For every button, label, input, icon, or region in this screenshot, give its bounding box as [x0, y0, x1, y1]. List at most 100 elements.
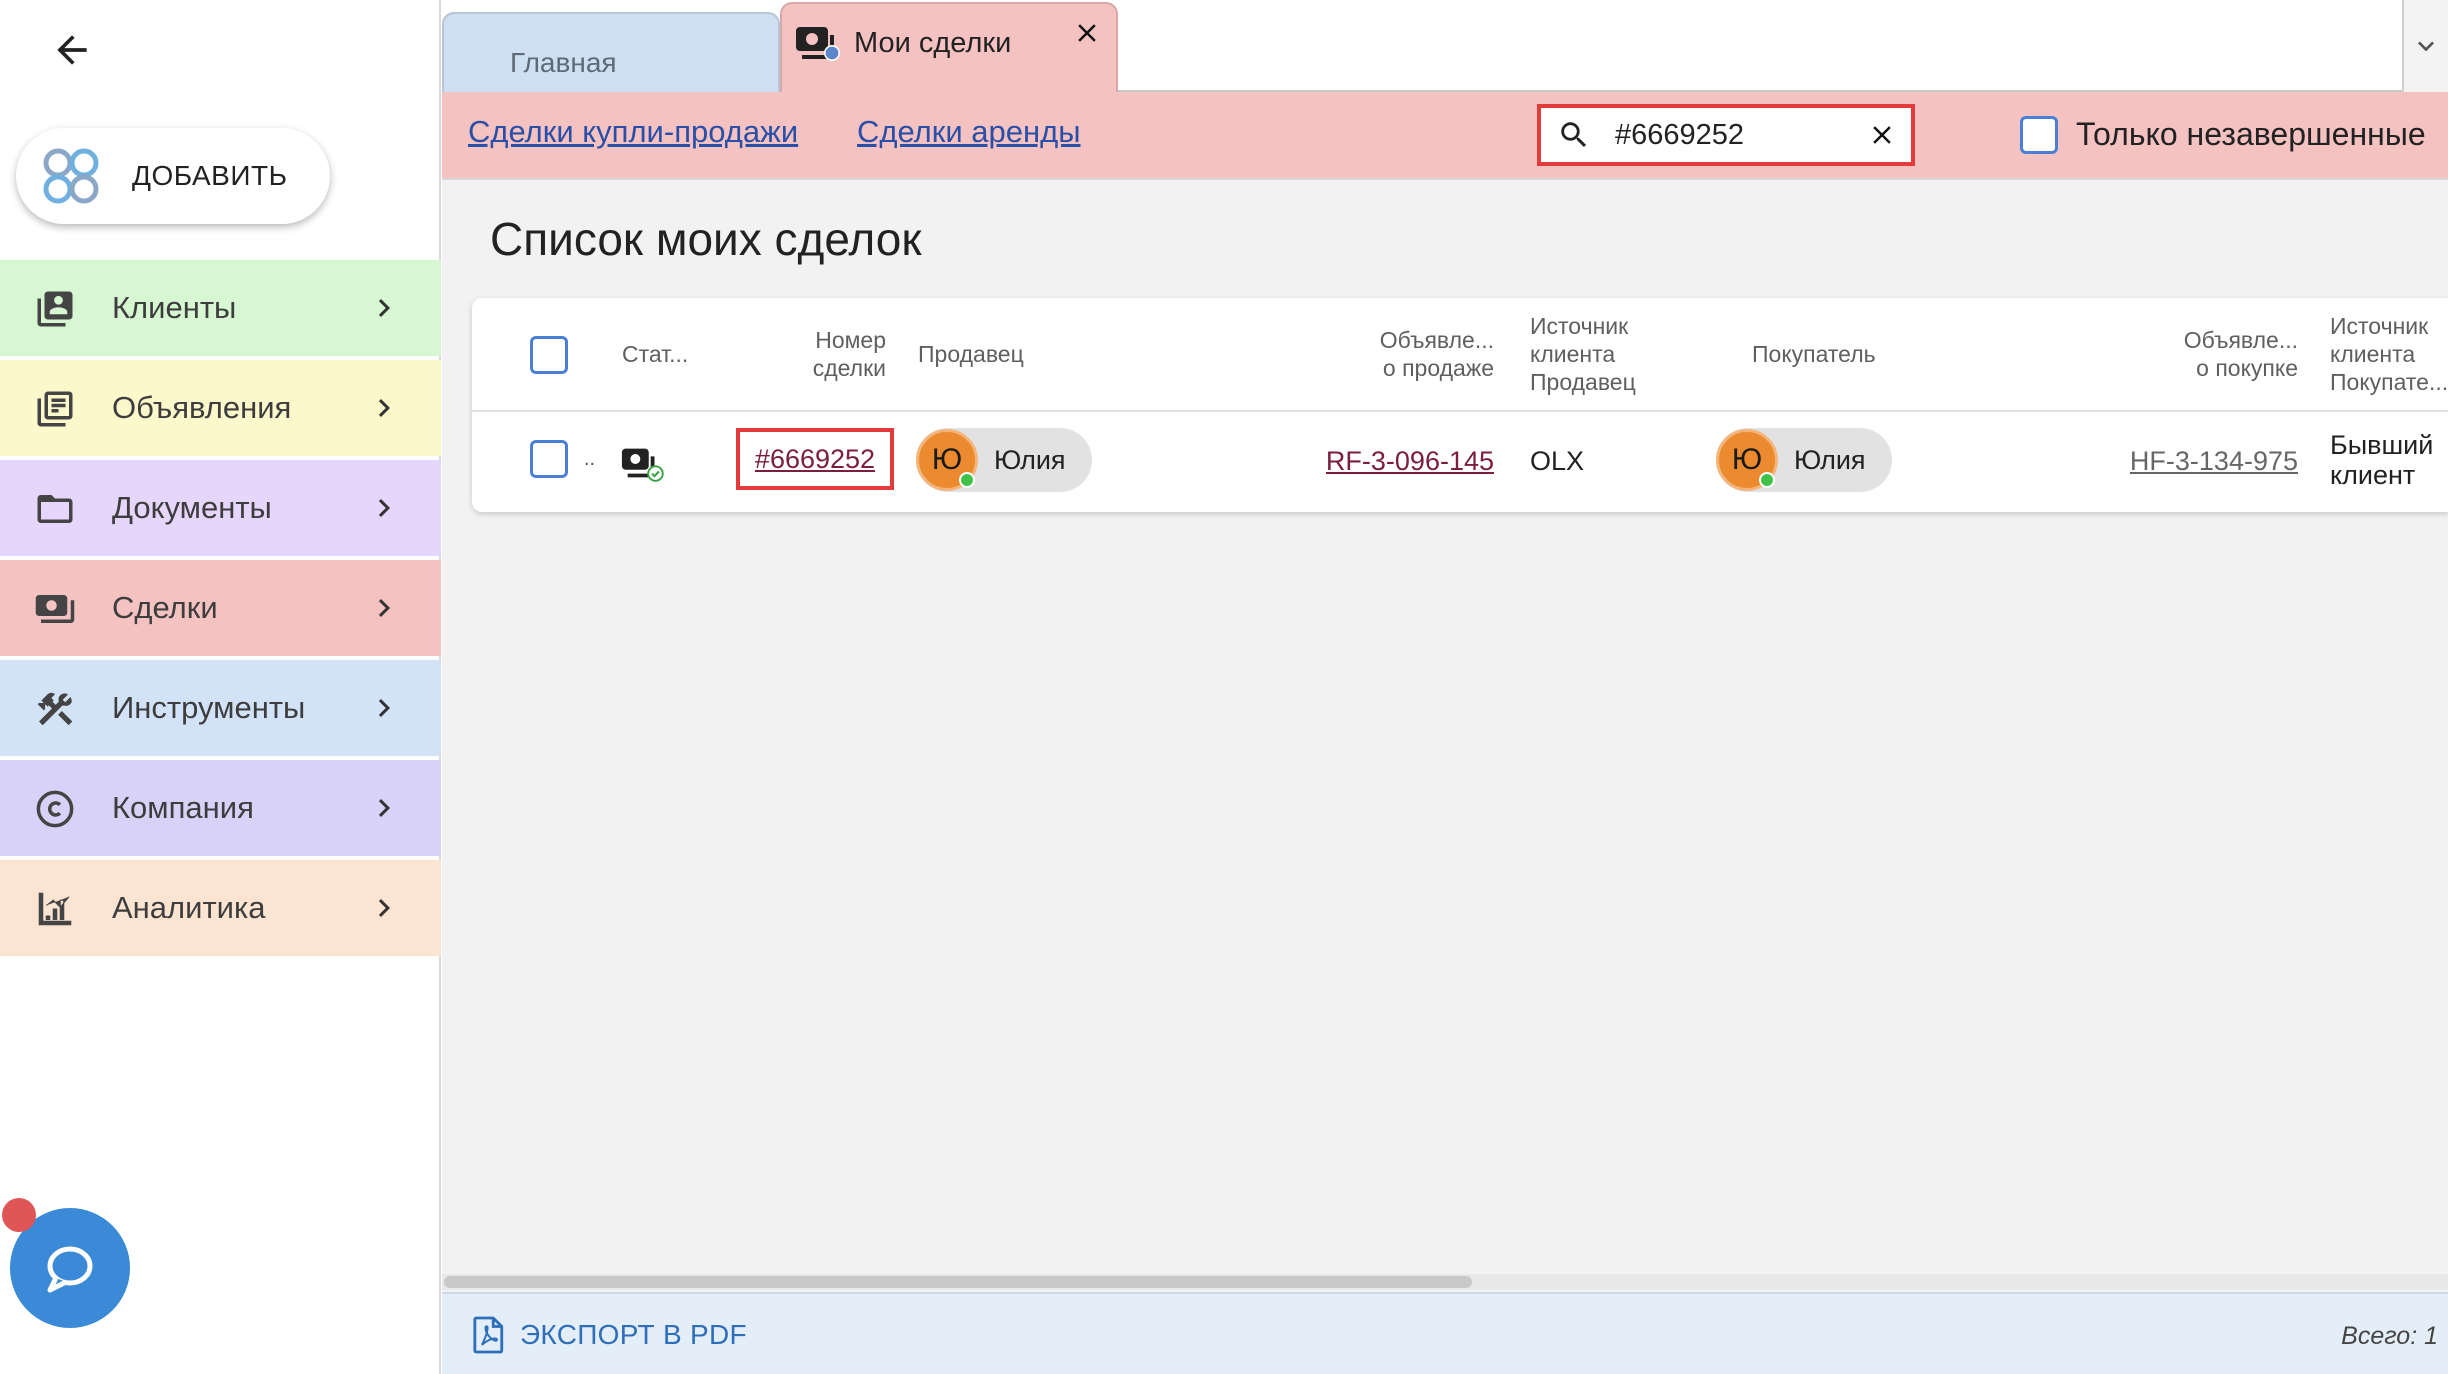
- export-pdf-label: ЭКСПОРТ В PDF: [520, 1319, 747, 1350]
- sidebar-item-label: Сделки: [112, 590, 218, 625]
- sidebar: ДОБАВИТЬ Клиенты Объявления Документы Сд…: [0, 0, 441, 1374]
- sidebar-item-listings[interactable]: Объявления: [0, 360, 441, 456]
- sidebar-item-label: Клиенты: [112, 290, 237, 325]
- header-deal-number[interactable]: Номер сделки: [742, 326, 886, 382]
- scrollbar-thumb[interactable]: [444, 1276, 1472, 1288]
- sidebar-item-label: Документы: [112, 490, 272, 525]
- sale-listing-link[interactable]: RF-3-096-145: [1300, 446, 1494, 477]
- main-area: Главная Мои сделки Сделки купли-продажи …: [442, 0, 2448, 1374]
- sidebar-item-documents[interactable]: Документы: [0, 460, 441, 556]
- online-status-dot: [959, 472, 975, 488]
- search-box: [1537, 104, 1915, 166]
- chevron-down-icon: [2418, 41, 2434, 52]
- add-button-label: ДОБАВИТЬ: [132, 160, 288, 191]
- chevron-right-icon: [378, 599, 390, 617]
- add-button[interactable]: ДОБАВИТЬ: [16, 128, 330, 224]
- arrow-back-icon: [57, 35, 87, 65]
- listings-icon: [37, 391, 73, 427]
- sidebar-item-deals[interactable]: Сделки: [0, 560, 441, 656]
- tab-label: Мои сделки: [854, 26, 1012, 59]
- contacts-icon: [37, 291, 73, 327]
- money-icon: [35, 595, 75, 623]
- buyer-source-line: Бывший: [2330, 430, 2434, 460]
- notification-dot: [2, 1198, 36, 1232]
- sidebar-item-label: Компания: [112, 790, 254, 825]
- header-line: Источник: [1530, 313, 1629, 339]
- seller-source: OLX: [1530, 446, 1585, 476]
- pdf-file-icon: [473, 1316, 504, 1354]
- folder-icon: [37, 495, 73, 523]
- header-line: клиента: [2330, 341, 2416, 367]
- sidebar-item-analytics[interactable]: Аналитика: [0, 860, 441, 956]
- sidebar-item-label: Аналитика: [112, 890, 266, 925]
- copyright-icon: [36, 790, 74, 828]
- avatar: Ю: [1716, 429, 1778, 491]
- chevron-right-icon: [378, 399, 390, 417]
- analytics-icon: [38, 892, 72, 926]
- only-unfinished-checkbox[interactable]: [2020, 116, 2058, 154]
- avatar: Ю: [916, 429, 978, 491]
- tab-my-deals[interactable]: Мои сделки: [780, 2, 1118, 92]
- chevron-right-icon: [378, 799, 390, 817]
- clear-search-icon[interactable]: [1867, 120, 1897, 150]
- table-header: Стат... Номер сделки Продавец Объявле...…: [472, 298, 2448, 412]
- header-line: Объявле...: [2183, 327, 2298, 353]
- header-sale-listing[interactable]: Объявле... о продаже: [1292, 326, 1494, 382]
- sidebar-item-tools[interactable]: Инструменты: [0, 660, 441, 756]
- deals-subnav: Сделки купли-продажи Сделки аренды Тольк…: [442, 92, 2448, 180]
- chevron-right-icon: [378, 499, 390, 517]
- online-status-dot: [1759, 472, 1775, 488]
- search-input[interactable]: [1615, 118, 1875, 152]
- footer-bar: ЭКСПОРТ В PDF Всего: 1: [442, 1292, 2448, 1374]
- header-buyer[interactable]: Покупатель: [1752, 340, 1876, 368]
- status-ellipsis: ..: [584, 448, 596, 470]
- header-line: о покупке: [2196, 355, 2298, 381]
- seller-chip[interactable]: Ю Юлия: [916, 428, 1092, 492]
- header-line: Покупате...: [2330, 369, 2448, 395]
- header-status[interactable]: Стат...: [622, 340, 688, 368]
- chevron-right-icon: [378, 699, 390, 717]
- page-title: Список моих сделок: [490, 213, 922, 265]
- buy-listing-link[interactable]: HF-3-134-975: [2082, 446, 2298, 477]
- buyer-name: Юлия: [1794, 444, 1866, 475]
- link-rent-deals[interactable]: Сделки аренды: [857, 114, 1080, 150]
- sidebar-item-company[interactable]: Компания: [0, 760, 441, 856]
- header-line: о продаже: [1382, 355, 1494, 381]
- sidebar-item-clients[interactable]: Клиенты: [0, 260, 441, 356]
- header-seller[interactable]: Продавец: [918, 340, 1024, 368]
- export-pdf-button[interactable]: ЭКСПОРТ В PDF: [472, 1316, 747, 1354]
- buyer-source-line: клиент: [2330, 460, 2416, 490]
- chevron-right-icon: [378, 299, 390, 317]
- table-row[interactable]: .. #6669252 Ю Юлия RF-3-096-145 OLX Ю Юл…: [472, 412, 2448, 512]
- close-icon[interactable]: [1072, 18, 1102, 48]
- select-all-checkbox[interactable]: [530, 336, 568, 374]
- deal-status-icon: [621, 448, 664, 482]
- avatar-initial: Ю: [1731, 443, 1763, 476]
- sidebar-item-label: Инструменты: [112, 690, 306, 725]
- header-line: сделки: [812, 355, 886, 381]
- deal-number-link[interactable]: #6669252: [755, 444, 875, 475]
- deals-tab-icon: [796, 27, 840, 61]
- seller-name: Юлия: [994, 444, 1066, 475]
- tab-bar: Главная Мои сделки: [442, 0, 2448, 92]
- horizontal-scrollbar[interactable]: [442, 1274, 2448, 1290]
- back-button[interactable]: [44, 22, 100, 78]
- header-buyer-source[interactable]: Источник клиента Покупате...: [2330, 312, 2448, 396]
- link-sale-deals[interactable]: Сделки купли-продажи: [468, 114, 798, 150]
- header-buy-listing[interactable]: Объявле... о покупке: [2072, 326, 2298, 382]
- header-line: клиента: [1530, 341, 1616, 367]
- tab-home[interactable]: Главная: [442, 12, 780, 92]
- row-checkbox[interactable]: [530, 440, 568, 478]
- search-icon: [1561, 122, 1587, 148]
- avatar-initial: Ю: [931, 443, 963, 476]
- chat-bubble-icon: [47, 1246, 93, 1293]
- header-line: Объявле...: [1379, 327, 1494, 353]
- tabs-menu-button[interactable]: [2402, 0, 2448, 92]
- header-seller-source[interactable]: Источник клиента Продавец: [1530, 312, 1636, 396]
- only-unfinished-label[interactable]: Только незавершенные: [2076, 116, 2426, 153]
- deals-table: Стат... Номер сделки Продавец Объявле...…: [472, 298, 2448, 512]
- tools-icon: [37, 692, 73, 726]
- header-line: Номер: [815, 327, 886, 353]
- add-logo-icon: [43, 148, 99, 204]
- buyer-chip[interactable]: Ю Юлия: [1716, 428, 1892, 492]
